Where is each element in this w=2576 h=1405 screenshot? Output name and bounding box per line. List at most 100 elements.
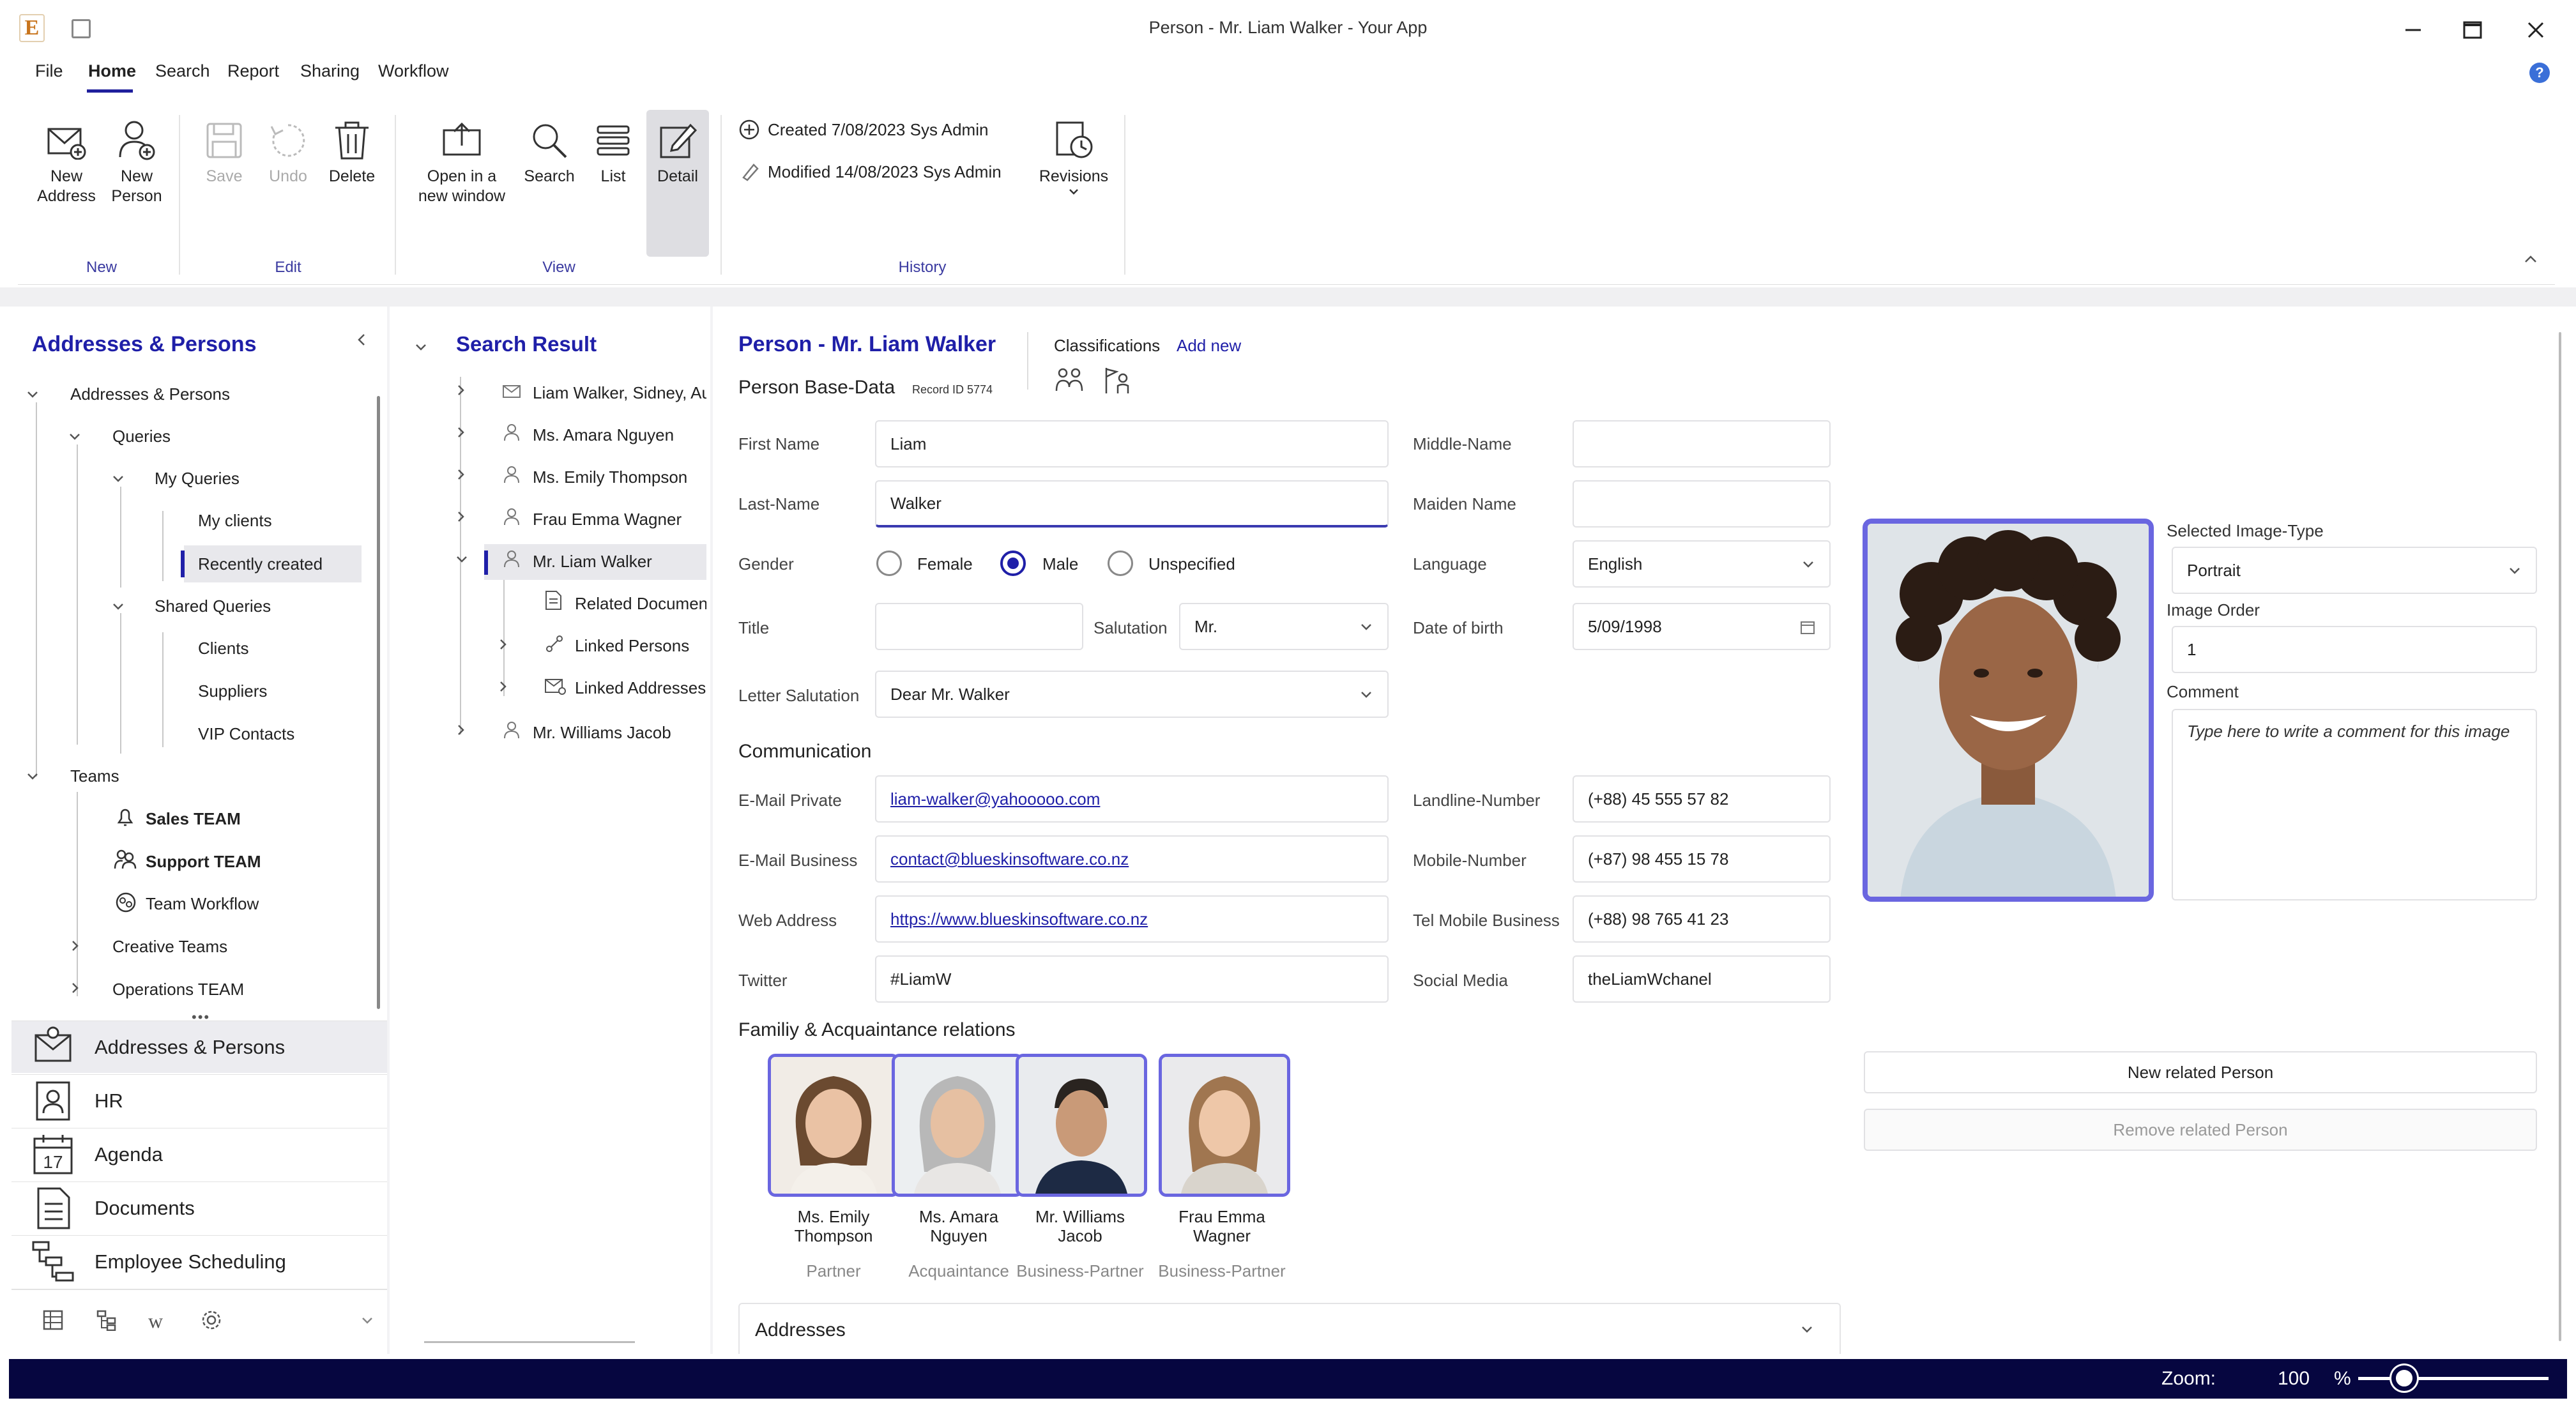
first-name-field[interactable]: Liam — [875, 420, 1389, 467]
nav-scrollbar[interactable] — [377, 396, 380, 1009]
save-button[interactable]: Save — [195, 118, 253, 186]
module-employee-scheduling[interactable]: Employee Scheduling — [11, 1235, 387, 1287]
module-documents[interactable]: Documents — [11, 1181, 387, 1234]
chevron-right-icon[interactable] — [456, 425, 466, 439]
email-business-link[interactable]: contact@blueskinsoftware.co.nz — [890, 849, 1129, 869]
maximize-button[interactable] — [2454, 14, 2492, 46]
image-order-field[interactable]: 1 — [2172, 626, 2537, 673]
tree-teams[interactable]: Teams — [70, 766, 119, 786]
undo-button[interactable]: Undo — [259, 118, 317, 186]
chevron-right-icon[interactable] — [456, 723, 466, 737]
tree-addresses-persons[interactable]: Addresses & Persons — [70, 384, 230, 404]
search-button[interactable]: Search — [519, 118, 580, 186]
tree-recently-created[interactable]: Recently created — [198, 554, 323, 574]
email-private-field[interactable]: liam-walker@yahooooo.com — [875, 775, 1389, 823]
module-addresses-persons[interactable]: Addresses & Persons — [11, 1021, 387, 1073]
open-new-window-button[interactable]: Open in a new window — [409, 118, 515, 206]
gender-male-radio[interactable] — [1000, 551, 1026, 576]
new-person-button[interactable]: New Person — [106, 118, 167, 206]
tel-mobile-business-field[interactable]: (+88) 98 765 41 23 — [1573, 895, 1831, 943]
result-sub-item[interactable]: Linked Persons — [575, 636, 689, 656]
result-sub-item[interactable]: Related Documen — [575, 594, 706, 614]
partner-classification-icon[interactable] — [1054, 365, 1085, 396]
mobile-field[interactable]: (+87) 98 455 15 78 — [1573, 835, 1831, 883]
comment-textarea[interactable]: Type here to write a comment for this im… — [2172, 709, 2537, 900]
addresses-panel[interactable]: Addresses — [738, 1303, 1841, 1354]
help-icon[interactable]: ? — [2529, 63, 2550, 83]
relation-photo[interactable] — [1016, 1054, 1147, 1197]
title-field[interactable] — [875, 603, 1083, 650]
tree-support-team[interactable]: Support TEAM — [146, 852, 261, 872]
detail-button[interactable]: Detail — [648, 118, 708, 186]
menu-workflow[interactable]: Workflow — [378, 61, 449, 81]
social-media-field[interactable]: theLiamWchanel — [1573, 955, 1831, 1003]
tree-shared-queries[interactable]: Shared Queries — [155, 596, 271, 616]
gender-unspecified-radio[interactable] — [1108, 551, 1133, 576]
menu-search[interactable]: Search — [155, 61, 210, 81]
result-sub-item[interactable]: Linked Addresses — [575, 678, 706, 698]
module-agenda[interactable]: 17 Agenda — [11, 1128, 387, 1180]
chevron-down-icon[interactable] — [111, 474, 125, 484]
chevron-right-icon[interactable] — [456, 383, 466, 397]
gender-female-radio[interactable] — [876, 551, 902, 576]
new-address-button[interactable]: New Address — [36, 118, 97, 206]
image-type-select[interactable]: Portrait — [2172, 547, 2537, 594]
new-related-person-button[interactable]: New related Person — [1864, 1051, 2537, 1093]
chevron-right-icon[interactable] — [498, 680, 508, 694]
chevron-right-icon[interactable] — [70, 981, 80, 995]
zoom-slider-thumb[interactable] — [2391, 1365, 2417, 1391]
chevron-right-icon[interactable] — [498, 637, 508, 651]
chevron-right-icon[interactable] — [456, 467, 466, 482]
chevron-down-icon[interactable] — [111, 602, 125, 612]
collapse-nav-icon[interactable] — [355, 332, 368, 347]
relation-photo[interactable] — [892, 1054, 1023, 1197]
email-private-link[interactable]: liam-walker@yahooooo.com — [890, 789, 1100, 809]
menu-home[interactable]: Home — [88, 61, 136, 81]
chevron-down-icon[interactable] — [455, 554, 469, 565]
minimize-button[interactable] — [2394, 14, 2432, 46]
salutation-select[interactable]: Mr. — [1179, 603, 1389, 650]
tree-vip-contacts[interactable]: VIP Contacts — [198, 724, 294, 744]
menu-report[interactable]: Report — [227, 61, 279, 81]
chevron-down-icon[interactable] — [360, 1316, 374, 1326]
language-select[interactable]: English — [1573, 540, 1831, 588]
tree-team-workflow[interactable]: Team Workflow — [146, 894, 259, 914]
tree-my-queries[interactable]: My Queries — [155, 469, 240, 489]
chevron-down-icon[interactable] — [414, 342, 428, 353]
maiden-name-field[interactable] — [1573, 480, 1831, 528]
web-address-link[interactable]: https://www.blueskinsoftware.co.nz — [890, 909, 1148, 929]
revisions-button[interactable]: Revisions — [1035, 118, 1113, 197]
result-item[interactable]: Frau Emma Wagner — [533, 510, 682, 529]
chevron-down-icon[interactable] — [68, 432, 82, 442]
remove-related-person-button[interactable]: Remove related Person — [1864, 1109, 2537, 1151]
flag-person-icon[interactable] — [1101, 365, 1132, 396]
result-item[interactable]: Mr. Williams Jacob — [533, 723, 671, 743]
letter-salutation-select[interactable]: Dear Mr. Walker — [875, 671, 1389, 718]
wiki-icon[interactable]: w — [148, 1309, 163, 1333]
person-photo[interactable] — [1863, 519, 2154, 902]
chevron-right-icon[interactable] — [456, 510, 466, 524]
result-item[interactable]: Liam Walker, Sidney, Au — [533, 383, 706, 403]
landline-field[interactable]: (+88) 45 555 57 82 — [1573, 775, 1831, 823]
result-item-selected[interactable]: Mr. Liam Walker — [533, 552, 652, 572]
web-address-field[interactable]: https://www.blueskinsoftware.co.nz — [875, 895, 1389, 943]
result-item[interactable]: Ms. Emily Thompson — [533, 467, 687, 487]
tree-sales-team[interactable]: Sales TEAM — [146, 809, 241, 829]
module-hr[interactable]: HR — [11, 1074, 387, 1127]
last-name-field[interactable]: Walker — [875, 480, 1389, 528]
chevron-down-icon[interactable] — [1800, 1325, 1814, 1335]
tree-creative-teams[interactable]: Creative Teams — [112, 937, 227, 957]
tree-clients[interactable]: Clients — [198, 639, 248, 658]
relation-photo[interactable] — [768, 1054, 899, 1197]
gear-icon[interactable] — [201, 1309, 222, 1331]
splitter[interactable] — [710, 307, 713, 1354]
twitter-field[interactable]: #LiamW — [875, 955, 1389, 1003]
add-classification-link[interactable]: Add new — [1177, 336, 1241, 356]
tree-my-clients[interactable]: My clients — [198, 511, 272, 531]
tree-suppliers[interactable]: Suppliers — [198, 681, 267, 701]
result-item[interactable]: Ms. Amara Nguyen — [533, 425, 674, 445]
chevron-down-icon[interactable] — [26, 390, 40, 400]
chevron-down-icon[interactable] — [26, 771, 40, 782]
tree-queries[interactable]: Queries — [112, 427, 171, 446]
dob-field[interactable]: 5/09/1998 — [1573, 603, 1831, 650]
